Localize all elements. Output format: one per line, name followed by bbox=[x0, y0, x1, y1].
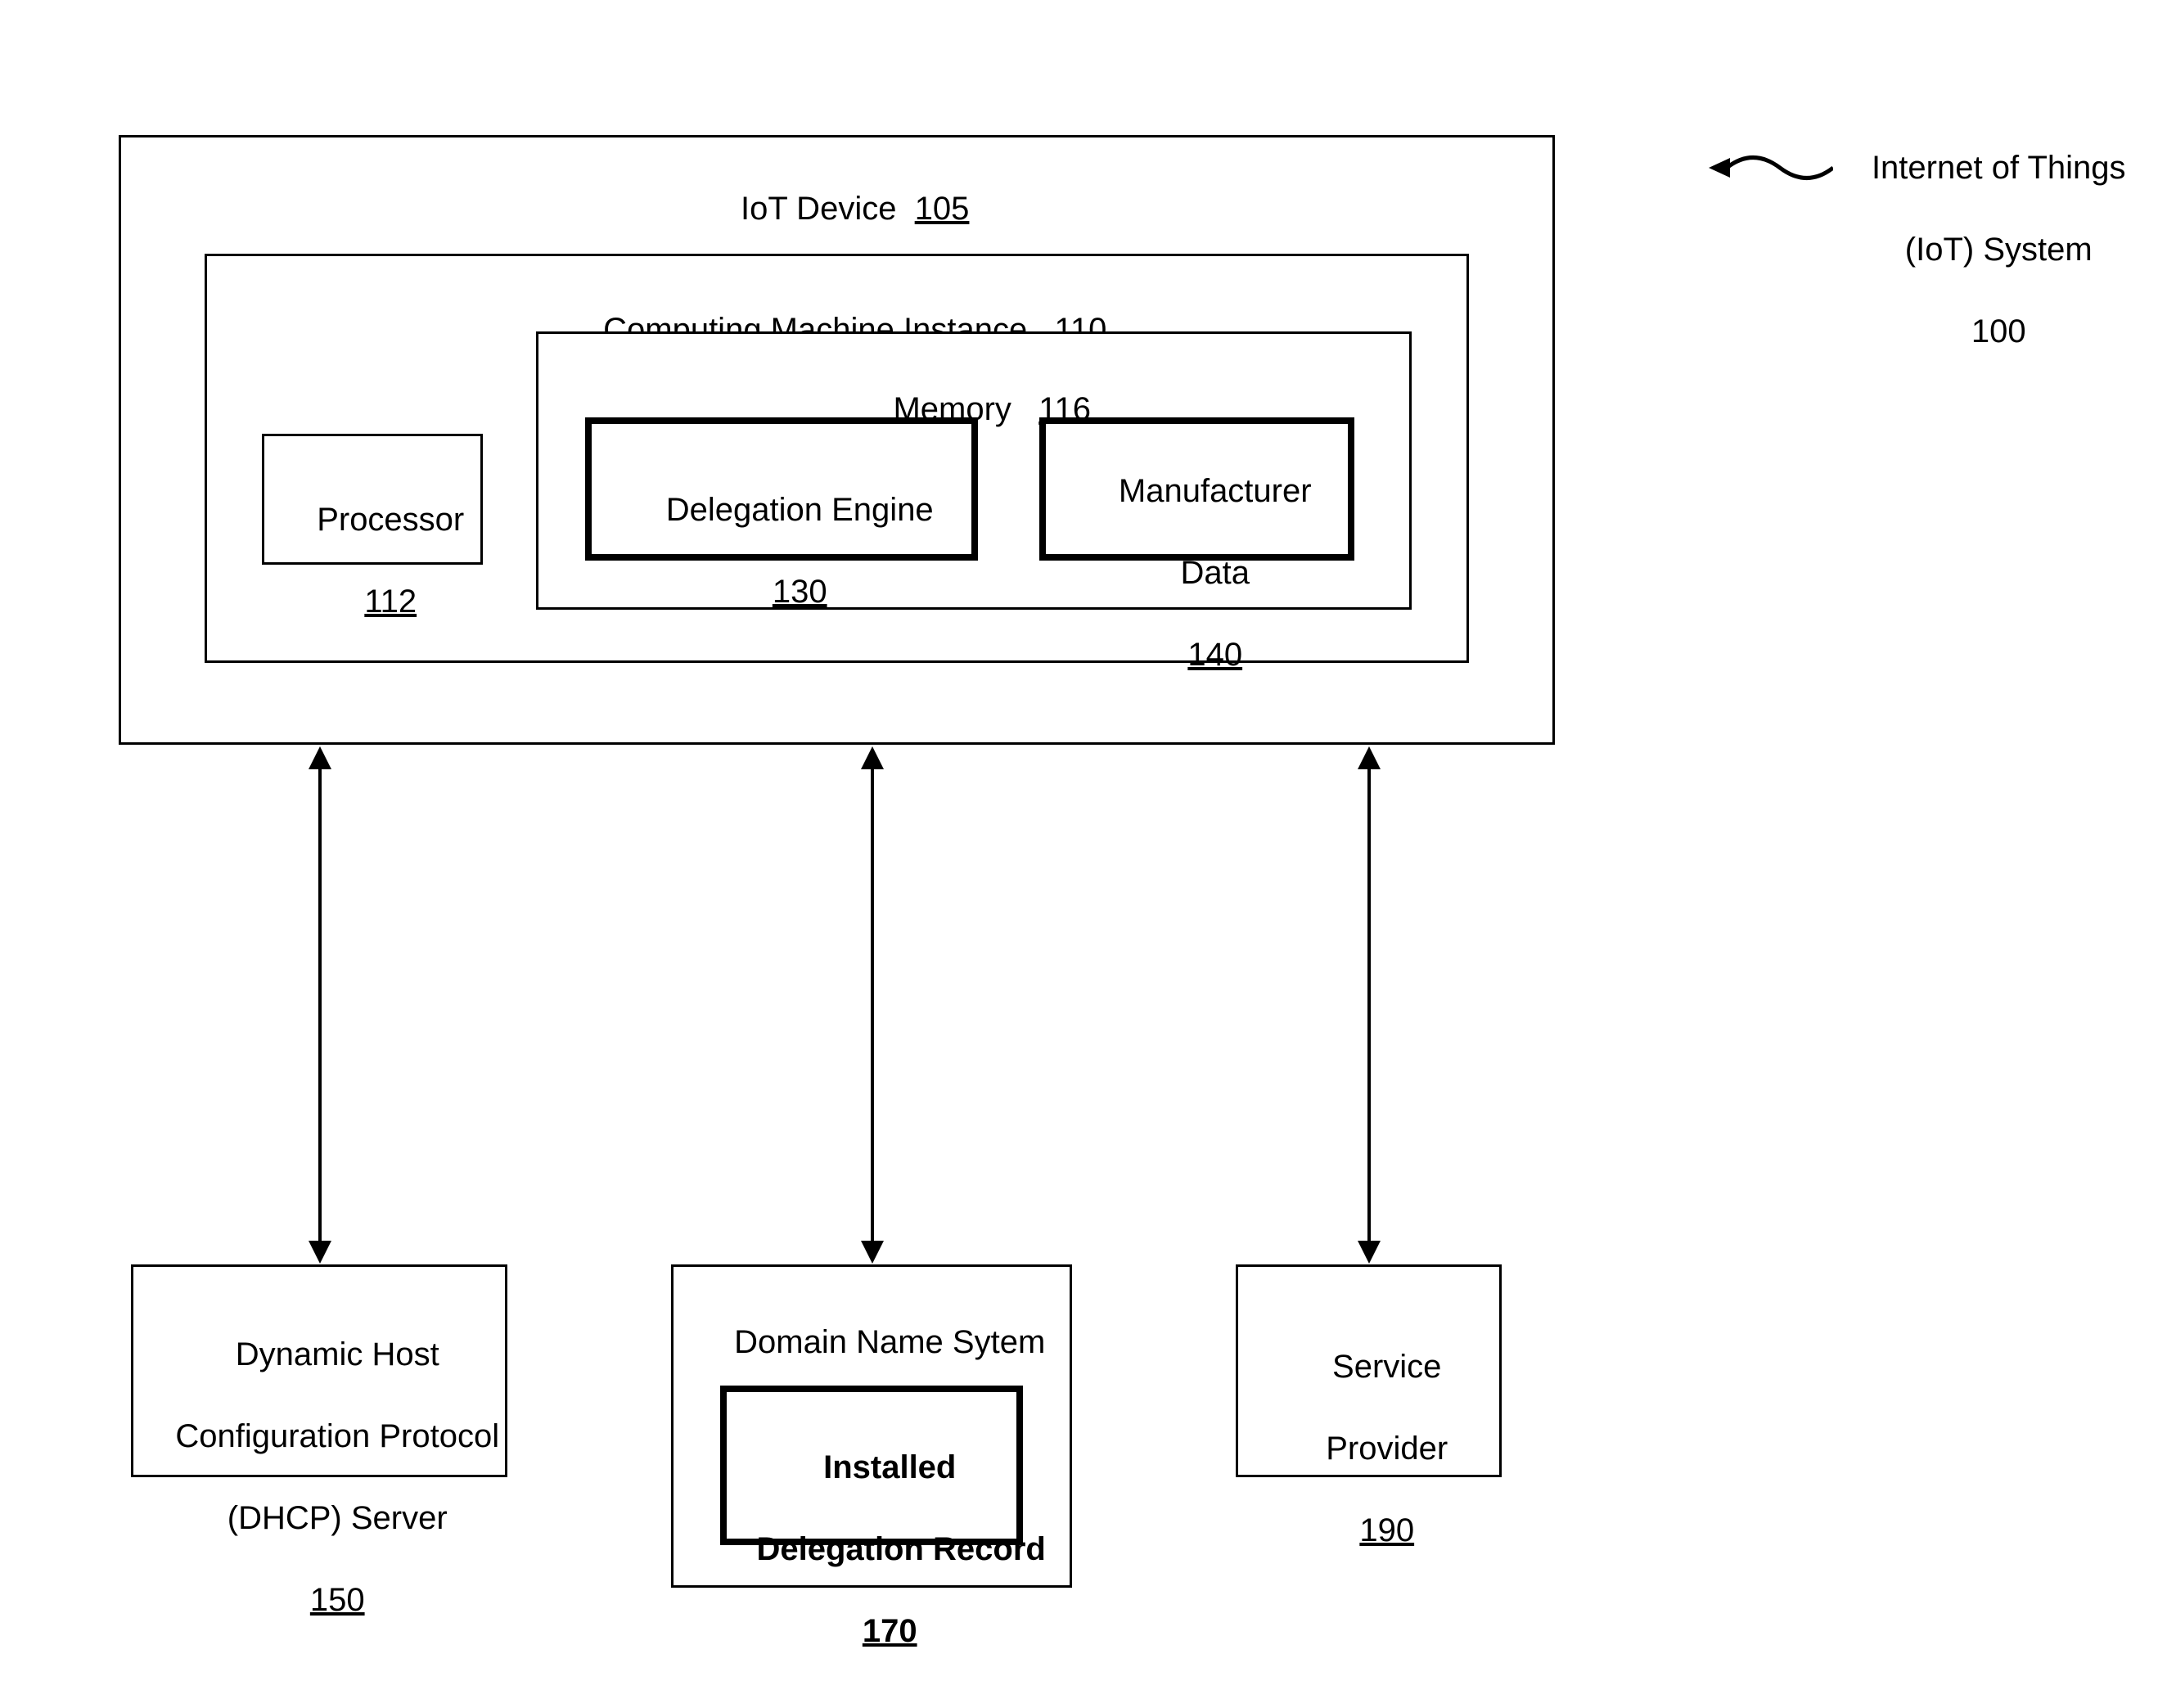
arrow-sp-line bbox=[1367, 768, 1371, 1242]
dhcp-l2: Configuration Protocol bbox=[175, 1418, 499, 1454]
arrow-dns-down bbox=[861, 1241, 884, 1264]
service-provider-ref: 190 bbox=[1359, 1512, 1414, 1548]
delegation-record-ref: 170 bbox=[863, 1613, 917, 1649]
dhcp-l3: (DHCP) Server bbox=[228, 1500, 448, 1536]
arrow-sp-down bbox=[1358, 1241, 1381, 1264]
system-title: Internet of Things (IoT) System 100 bbox=[1817, 106, 2144, 393]
iot-device-text: IoT Device bbox=[741, 191, 896, 227]
manufacturer-data-label: Manufacturer Data 140 bbox=[1039, 430, 1354, 716]
service-provider-label: Service Provider 190 bbox=[1236, 1305, 1502, 1592]
arrow-dhcp-down bbox=[309, 1241, 331, 1264]
delegation-engine-label: Delegation Engine 130 bbox=[585, 448, 978, 653]
title-line2: (IoT) System bbox=[1905, 232, 2093, 268]
arrow-dhcp-line bbox=[318, 768, 322, 1242]
arrow-dns-line bbox=[871, 768, 874, 1242]
delegation-engine-ref: 130 bbox=[773, 574, 827, 610]
diagram-canvas: Internet of Things (IoT) System 100 IoT … bbox=[0, 0, 2176, 1708]
iot-device-label: IoT Device 105 bbox=[119, 147, 1555, 270]
title-ref: 100 bbox=[1971, 313, 2026, 349]
dns-l1: Domain Name Sytem bbox=[734, 1324, 1045, 1360]
iot-device-ref: 105 bbox=[915, 191, 970, 227]
service-provider-l1: Service bbox=[1332, 1349, 1441, 1385]
processor-ref: 112 bbox=[364, 584, 417, 620]
dhcp-label: Dynamic Host Configuration Protocol (DHC… bbox=[131, 1293, 507, 1661]
dhcp-l1: Dynamic Host bbox=[236, 1336, 439, 1372]
arrow-dns-up bbox=[861, 746, 884, 769]
manufacturer-data-l1: Manufacturer bbox=[1119, 473, 1312, 509]
delegation-record-label: Installed Delegation Record 170 bbox=[720, 1406, 1023, 1692]
delegation-record-l2: Delegation Record bbox=[756, 1531, 1045, 1567]
pointer-squiggle bbox=[1727, 151, 1833, 184]
manufacturer-data-l2: Data bbox=[1180, 555, 1250, 591]
pointer-arrowhead bbox=[1709, 158, 1730, 178]
processor-text: Processor bbox=[317, 502, 464, 538]
arrow-dhcp-up bbox=[309, 746, 331, 769]
delegation-record-l1: Installed bbox=[823, 1449, 956, 1485]
arrow-sp-up bbox=[1358, 746, 1381, 769]
title-line1: Internet of Things bbox=[1872, 150, 2126, 186]
dhcp-ref: 150 bbox=[310, 1582, 365, 1618]
delegation-engine-text: Delegation Engine bbox=[666, 492, 934, 528]
service-provider-l2: Provider bbox=[1326, 1431, 1448, 1467]
processor-label: Processor 112 bbox=[262, 458, 483, 663]
manufacturer-data-ref: 140 bbox=[1187, 637, 1242, 673]
